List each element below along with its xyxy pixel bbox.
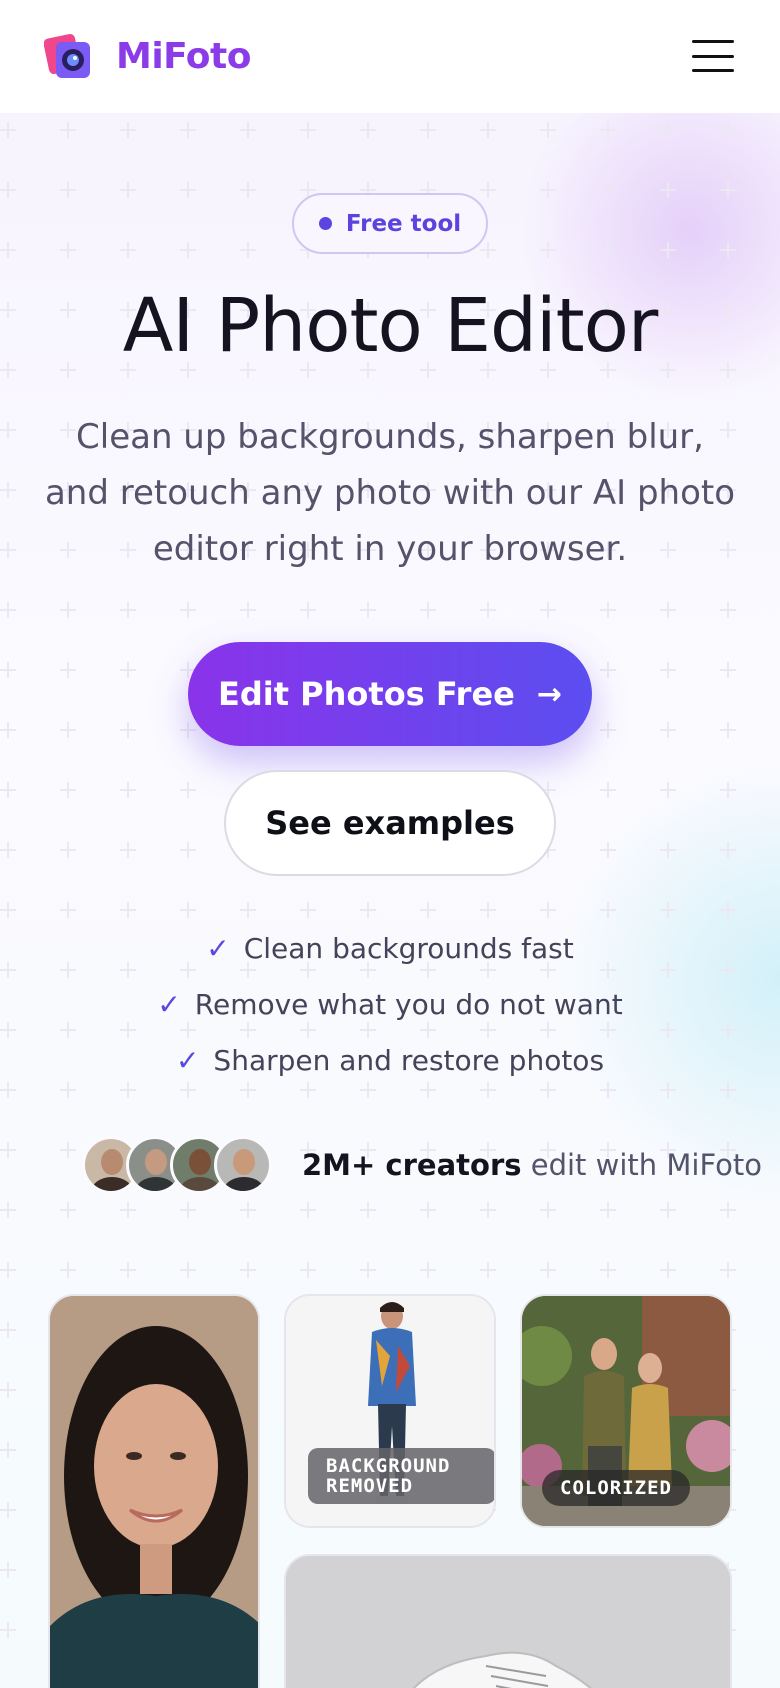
social-proof-text: 2M+ creators edit with MiFoto (302, 1148, 762, 1182)
gallery-card-colorized[interactable]: COLORIZED (520, 1294, 732, 1528)
list-item: ✓ Clean backgrounds fast (0, 920, 780, 976)
feature-label: Sharpen and restore photos (213, 1043, 605, 1077)
list-item: ✓ Sharpen and restore photos (0, 1032, 780, 1088)
social-proof-rest: edit with MiFoto (521, 1148, 762, 1182)
portrait-image (50, 1296, 258, 1688)
feature-label: Remove what you do not want (194, 987, 623, 1021)
badge-dot-icon (318, 217, 332, 230)
logo-text[interactable]: MiFoto (116, 36, 251, 77)
cta-primary-label: Edit Photos Free (218, 675, 515, 713)
edit-photos-free-button[interactable]: Edit Photos Free → (188, 642, 592, 746)
arrow-right-icon: → (536, 676, 562, 712)
gallery-card-portrait[interactable] (48, 1294, 260, 1688)
gallery-card-product[interactable] (284, 1554, 732, 1688)
check-icon: ✓ (175, 1043, 200, 1077)
badge-label: Free tool (345, 210, 462, 237)
cta-secondary-label: See examples (265, 804, 515, 842)
site-header: MiFoto (0, 0, 780, 113)
colorized-tag: COLORIZED (542, 1470, 690, 1506)
avatar-stack (82, 1136, 272, 1194)
page-title: AI Photo Editor (122, 283, 659, 369)
list-item: ✓ Remove what you do not want (0, 976, 780, 1032)
page: MiFoto Free tool AI Photo Editor Clean u… (0, 0, 780, 1688)
hero-subtitle: Clean up backgrounds, sharpen blur, and … (44, 417, 736, 569)
check-icon: ✓ (206, 931, 230, 965)
social-proof-count: 2M+ creators (302, 1148, 522, 1182)
camera-photos-icon[interactable] (43, 32, 94, 82)
social-proof: 2M+ creators edit with MiFoto (82, 1136, 762, 1194)
hamburger-menu-icon[interactable] (692, 40, 734, 72)
sneaker-image (286, 1556, 730, 1688)
background-removed-tag: BACKGROUND REMOVED (308, 1448, 494, 1504)
gallery-card-background-removed[interactable]: BACKGROUND REMOVED (284, 1294, 496, 1528)
free-tool-badge: Free tool (292, 193, 488, 254)
see-examples-button[interactable]: See examples (224, 770, 556, 876)
avatar (214, 1136, 272, 1194)
check-icon: ✓ (157, 987, 181, 1021)
feature-label: Clean backgrounds fast (243, 931, 574, 965)
feature-list: ✓ Clean backgrounds fast ✓ Remove what y… (0, 920, 780, 1088)
